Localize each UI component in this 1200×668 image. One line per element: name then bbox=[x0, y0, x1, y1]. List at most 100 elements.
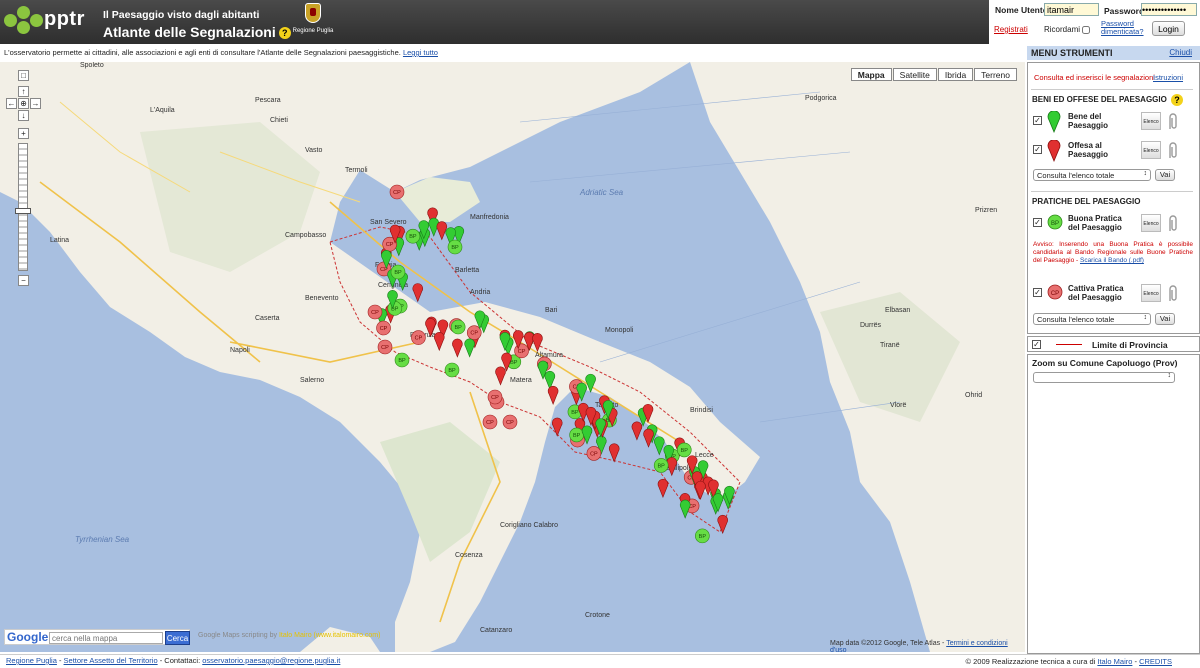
credit-name[interactable]: Italo Mairo (www.italomairo.com) bbox=[279, 632, 381, 639]
pptr-logo[interactable]: pptr bbox=[4, 4, 88, 38]
map-type-mappa[interactable]: Mappa bbox=[850, 68, 892, 81]
marker-badge-text: CP bbox=[381, 345, 389, 351]
footer-author-link[interactable]: Italo Mairo bbox=[1097, 657, 1132, 666]
password-input[interactable] bbox=[1141, 3, 1197, 16]
bene-marker-icon[interactable] bbox=[654, 436, 665, 456]
offesa-marker-icon[interactable] bbox=[547, 385, 559, 405]
marker-badge-text: BP bbox=[409, 234, 417, 240]
zoom-slider-handle[interactable] bbox=[15, 208, 31, 214]
map-type-control: Mappa Satellite Ibrida Terreno bbox=[850, 68, 1017, 81]
download-bando-link[interactable]: Scarica il Bando (.pdf) bbox=[1080, 257, 1144, 264]
offesa-marker-icon[interactable] bbox=[433, 331, 445, 352]
region-logo-label: Regione Puglia bbox=[292, 28, 334, 34]
beni-select-row: Consulta l'elenco totale Vai bbox=[1033, 169, 1193, 182]
cattiva-elenco-button[interactable]: Elenco bbox=[1141, 284, 1161, 302]
bene-marker-icon[interactable] bbox=[679, 499, 691, 519]
zoom-slider[interactable] bbox=[18, 143, 28, 271]
map-type-satellite[interactable]: Satellite bbox=[892, 68, 937, 81]
pan-center-icon[interactable]: ⊕ bbox=[18, 98, 29, 109]
offesa-marker-icon[interactable] bbox=[643, 428, 654, 448]
forgot-password-link[interactable]: Password dimenticata? bbox=[1101, 20, 1144, 36]
tools-panel: Consulta ed inserisci le segnalazioni Is… bbox=[1027, 62, 1200, 334]
offesa-checkbox[interactable]: ✓ bbox=[1033, 145, 1042, 154]
buona-checkbox[interactable]: ✓ bbox=[1033, 218, 1042, 227]
cattiva-paperclip-icon[interactable] bbox=[1166, 285, 1178, 303]
username-label: Nome Utente: bbox=[995, 5, 1051, 15]
zoom-comune-select[interactable] bbox=[1033, 372, 1175, 383]
offesa-marker-icon[interactable] bbox=[631, 421, 643, 441]
pan-down-icon[interactable]: ↓ bbox=[18, 110, 29, 121]
remember-checkbox[interactable] bbox=[1082, 25, 1091, 34]
buona-paperclip-icon[interactable] bbox=[1166, 215, 1178, 233]
offesa-marker-icon[interactable] bbox=[657, 478, 669, 499]
buona-layer-item: ✓ BP Buona Pratica del Paesaggio Elenco bbox=[1033, 211, 1193, 237]
offesa-marker-icon[interactable] bbox=[425, 318, 436, 338]
bene-marker-icon[interactable] bbox=[585, 373, 596, 393]
bene-checkbox[interactable]: ✓ bbox=[1033, 116, 1042, 125]
offesa-marker-icon[interactable] bbox=[452, 338, 463, 358]
map-canvas[interactable]: Spoleto Pescara L'Aquila Chieti Campobasso Be… bbox=[0, 62, 1025, 652]
login-button[interactable]: Login bbox=[1152, 21, 1185, 36]
read-more-link[interactable]: Leggi tutto bbox=[403, 48, 438, 57]
page-title: Atlante delle Segnalazioni? bbox=[103, 24, 291, 40]
pratiche-list-select[interactable]: Consulta l'elenco totale bbox=[1033, 313, 1151, 325]
home-icon[interactable]: □ bbox=[18, 70, 29, 81]
instructions-link[interactable]: Istruzioni bbox=[1153, 73, 1183, 82]
map-markers: BPCPCPBPBPCPCPCPCPBPBPCPCPCPBPBPCPBPCPBP… bbox=[367, 184, 735, 544]
marker-badge-text: CP bbox=[393, 190, 401, 196]
marker-badge-text: CP bbox=[380, 267, 388, 273]
offesa-label: Offesa al Paesaggio bbox=[1068, 141, 1109, 159]
map-type-terreno[interactable]: Terreno bbox=[974, 68, 1017, 81]
bene-elenco-button[interactable]: Elenco bbox=[1141, 112, 1161, 130]
login-panel: Nome Utente: Password: Registrati Ricord… bbox=[989, 0, 1200, 44]
footer-contact-label: Contattaci: bbox=[164, 656, 201, 665]
bene-paperclip-icon[interactable] bbox=[1166, 113, 1178, 131]
pratiche-vai-button[interactable]: Vai bbox=[1155, 313, 1175, 325]
map-type-ibrida[interactable]: Ibrida bbox=[937, 68, 974, 81]
offesa-marker-icon[interactable] bbox=[412, 283, 424, 303]
register-link[interactable]: Registrati bbox=[994, 25, 1028, 34]
offesa-marker-icon[interactable] bbox=[551, 417, 563, 437]
map-search-button[interactable]: Cerca bbox=[165, 631, 190, 645]
pan-up-icon[interactable]: ↑ bbox=[18, 86, 29, 97]
map-search-bar: Google Cerca bbox=[4, 629, 190, 645]
buona-elenco-button[interactable]: Elenco bbox=[1141, 214, 1161, 232]
footer-email-link[interactable]: osservatorio.paesaggio@regione.puglia.it bbox=[202, 656, 340, 665]
buona-warning: Avviso: Inserendo una Buona Pratica è po… bbox=[1033, 241, 1193, 265]
region-logo[interactable]: Regione Puglia bbox=[288, 3, 338, 43]
username-input[interactable] bbox=[1044, 3, 1099, 16]
offesa-marker-icon[interactable] bbox=[532, 333, 543, 353]
beni-vai-button[interactable]: Vai bbox=[1155, 169, 1175, 181]
remember-me[interactable]: Ricordami bbox=[1044, 25, 1091, 34]
bp-badge-text: BP bbox=[1051, 221, 1059, 227]
close-menu-link[interactable]: Chiudi bbox=[1169, 48, 1192, 57]
map-data-text: Map data ©2012 Google, Tele Atlas - bbox=[830, 640, 945, 647]
province-limit-label: Limite di Provincia bbox=[1092, 340, 1168, 350]
marker-badge-text: BP bbox=[573, 433, 581, 439]
map-search-input[interactable] bbox=[49, 632, 163, 644]
offesa-marker-icon[interactable] bbox=[695, 480, 706, 500]
menu-header: MENU STRUMENTI Chiudi bbox=[1027, 46, 1200, 60]
beni-help-icon[interactable]: ? bbox=[1171, 94, 1183, 106]
marker-badge-text: BP bbox=[571, 410, 579, 416]
cattiva-checkbox[interactable]: ✓ bbox=[1033, 288, 1042, 297]
offesa-marker-icon[interactable] bbox=[495, 366, 506, 386]
province-line-icon bbox=[1056, 344, 1082, 345]
offesa-marker-icon[interactable] bbox=[717, 514, 728, 535]
logo-dots-icon bbox=[4, 6, 43, 36]
offesa-paperclip-icon[interactable] bbox=[1166, 142, 1178, 160]
beni-list-select[interactable]: Consulta l'elenco totale bbox=[1033, 169, 1151, 181]
offesa-elenco-button[interactable]: Elenco bbox=[1141, 141, 1161, 159]
offesa-marker-icon[interactable] bbox=[436, 221, 448, 241]
footer-link-regione[interactable]: Regione Puglia bbox=[6, 656, 57, 665]
zoom-in-icon[interactable]: + bbox=[18, 128, 29, 139]
footer-credits-link[interactable]: CREDITS bbox=[1139, 657, 1172, 666]
consult-text: Consulta ed inserisci le segnalazioni bbox=[1034, 73, 1155, 82]
footer-link-settore[interactable]: Settore Assetto del Territorio bbox=[64, 656, 158, 665]
pan-left-icon[interactable]: ← bbox=[6, 98, 17, 109]
pan-right-icon[interactable]: → bbox=[30, 98, 41, 109]
offesa-marker-icon[interactable] bbox=[608, 443, 620, 463]
province-limit-checkbox[interactable]: ✓ bbox=[1032, 340, 1041, 349]
bene-marker-icon[interactable] bbox=[464, 338, 475, 358]
zoom-out-icon[interactable]: − bbox=[18, 275, 29, 286]
